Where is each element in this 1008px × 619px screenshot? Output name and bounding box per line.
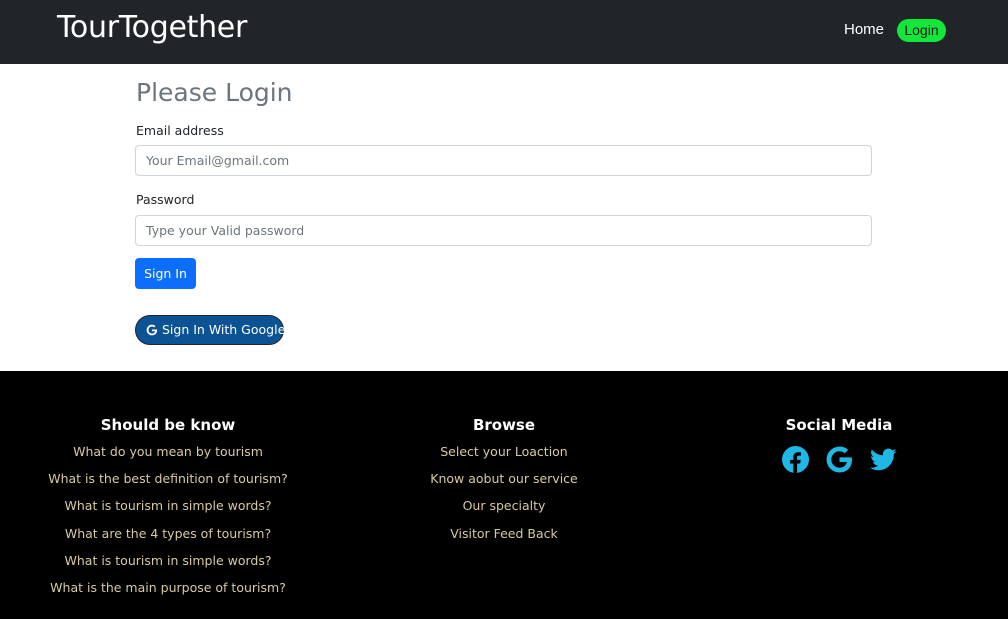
password-field[interactable]: Type your Valid password (135, 215, 872, 246)
footer-link[interactable]: What is tourism in simple words? (48, 552, 288, 579)
footer-link[interactable]: What is the best definition of tourism? (48, 470, 288, 497)
footer-know-column: Should be know What do you mean by touri… (48, 416, 288, 606)
twitter-icon[interactable] (869, 446, 897, 473)
social-icons (739, 446, 939, 473)
email-label: Email address (136, 123, 224, 138)
footer-browse-column: Browse Select your Loaction Know aobut o… (404, 416, 604, 552)
footer-know-heading: Should be know (100, 416, 236, 434)
footer-link[interactable]: Know aobut our service (404, 470, 604, 497)
footer-link[interactable]: Our specialty (404, 497, 604, 524)
footer-link[interactable]: What are the 4 types of tourism? (48, 525, 288, 552)
footer-browse-heading: Browse (472, 416, 536, 434)
google-sign-in-label: Sign In With Google (162, 322, 286, 337)
page-title: Please Login (136, 78, 293, 107)
google-icon (146, 324, 158, 336)
footer-social-heading: Social Media (785, 416, 893, 434)
footer-link[interactable]: What is tourism in simple words? (48, 497, 288, 524)
facebook-icon[interactable] (781, 446, 809, 473)
sign-in-button[interactable]: Sign In (135, 258, 196, 289)
login-section: Please Login Email address Your Email@gm… (0, 64, 1008, 371)
footer-link[interactable]: What do you mean by tourism (48, 443, 288, 470)
nav-home-link[interactable]: Home (844, 21, 884, 38)
brand-logo[interactable]: TourTogether (57, 10, 247, 45)
nav-login-button[interactable]: Login (897, 19, 946, 42)
navbar: TourTogether Home Login (0, 0, 1008, 64)
google-sign-in-button[interactable]: Sign In With Google (135, 315, 286, 345)
password-label: Password (136, 192, 195, 207)
footer-link[interactable]: What is the main purpose of tourism? (48, 579, 288, 606)
email-field[interactable]: Your Email@gmail.com (135, 145, 872, 176)
footer-link[interactable]: Visitor Feed Back (404, 525, 604, 552)
footer-link[interactable]: Select your Loaction (404, 443, 604, 470)
footer-social-column: Social Media (739, 416, 939, 473)
footer: Should be know What do you mean by touri… (0, 371, 1008, 619)
google-icon[interactable] (826, 446, 853, 473)
